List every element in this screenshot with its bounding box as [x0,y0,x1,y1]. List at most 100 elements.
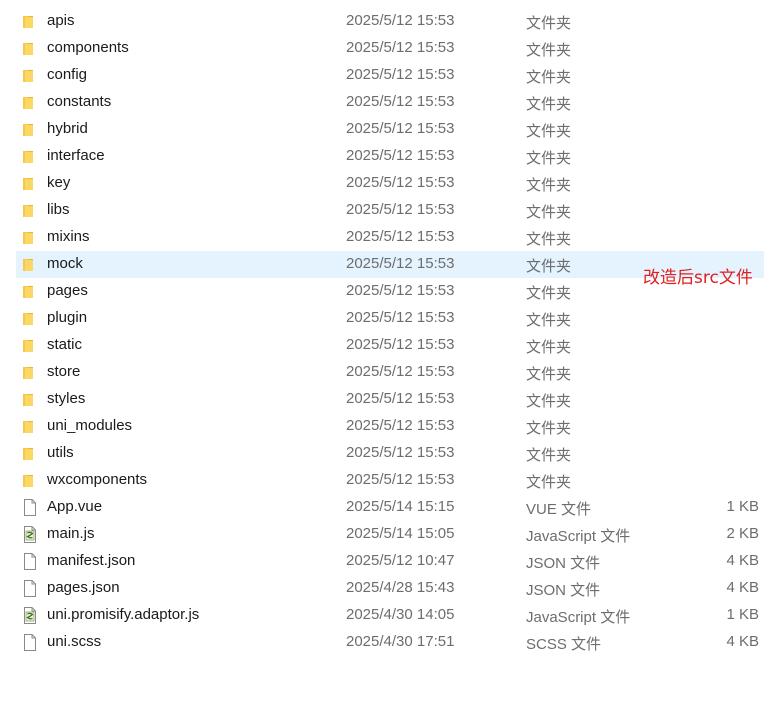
file-row[interactable]: interface 2025/5/12 15:53 文件夹 [16,143,764,170]
file-row[interactable]: uni.promisify.adaptor.js 2025/4/30 14:05… [16,602,764,629]
file-name: wxcomponents [47,471,148,488]
file-date-modified: 2025/5/12 15:53 [346,147,455,164]
file-name: interface [47,147,105,164]
file-row[interactable]: static 2025/5/12 15:53 文件夹 [16,332,764,359]
file-date-modified: 2025/5/12 15:53 [346,309,455,326]
file-type: 文件夹 [526,231,572,248]
file-date-modified: 2025/5/12 15:53 [346,66,455,83]
file-date-modified: 2025/4/30 17:51 [346,633,455,650]
file-date-modified: 2025/4/28 15:43 [346,579,455,596]
file-row[interactable]: key 2025/5/12 15:53 文件夹 [16,170,764,197]
folder-icon [22,472,38,489]
file-row[interactable]: config 2025/5/12 15:53 文件夹 [16,62,764,89]
file-name: styles [47,390,86,407]
file-date-modified: 2025/5/12 15:53 [346,444,455,461]
file-name: hybrid [47,120,88,137]
folder-icon [22,283,38,300]
file-date-modified: 2025/5/12 15:53 [346,39,455,56]
file-type: 文件夹 [526,258,572,275]
annotation-label: 改造后src文件 [643,268,753,288]
file-row[interactable]: libs 2025/5/12 15:53 文件夹 [16,197,764,224]
folder-icon [22,148,38,165]
file-type: 文件夹 [526,393,572,410]
folder-icon [22,13,38,30]
file-row[interactable]: uni_modules 2025/5/12 15:53 文件夹 [16,413,764,440]
file-row[interactable]: uni.scss 2025/4/30 17:51 SCSS 文件 4 KB [16,629,764,656]
folder-icon [22,256,38,273]
file-date-modified: 2025/5/14 15:15 [346,498,455,515]
file-name: manifest.json [47,552,136,569]
folder-icon [22,202,38,219]
file-name: pages [47,282,88,299]
file-type: 文件夹 [526,177,572,194]
file-type: 文件夹 [526,312,572,329]
file-name: store [47,363,81,380]
file-date-modified: 2025/5/12 15:53 [346,390,455,407]
file-row[interactable]: mixins 2025/5/12 15:53 文件夹 [16,224,764,251]
file-name: mock [47,255,83,272]
file-type: 文件夹 [526,69,572,86]
file-row[interactable]: constants 2025/5/12 15:53 文件夹 [16,89,764,116]
file-type: 文件夹 [526,366,572,383]
file-size: 1 KB [726,498,759,515]
file-type: JavaScript 文件 [526,528,631,545]
file-size: 2 KB [726,525,759,542]
file-name: key [47,174,71,191]
file-date-modified: 2025/5/12 15:53 [346,471,455,488]
file-date-modified: 2025/5/12 15:53 [346,12,455,29]
file-name: utils [47,444,74,461]
file-type: 文件夹 [526,339,572,356]
folder-icon [22,121,38,138]
file-row[interactable]: manifest.json 2025/5/12 10:47 JSON 文件 4 … [16,548,764,575]
file-row[interactable]: App.vue 2025/5/14 15:15 VUE 文件 1 KB [16,494,764,521]
file-icon [22,499,38,516]
file-type: 文件夹 [526,123,572,140]
folder-icon [22,229,38,246]
script-file-icon [22,526,38,543]
file-row[interactable]: plugin 2025/5/12 15:53 文件夹 [16,305,764,332]
file-icon [22,580,38,597]
folder-icon [22,175,38,192]
file-type: JSON 文件 [526,555,601,572]
file-row[interactable]: pages.json 2025/4/28 15:43 JSON 文件 4 KB [16,575,764,602]
file-date-modified: 2025/4/30 14:05 [346,606,455,623]
file-size: 4 KB [726,633,759,650]
folder-icon [22,391,38,408]
file-row[interactable]: wxcomponents 2025/5/12 15:53 文件夹 [16,467,764,494]
file-date-modified: 2025/5/14 15:05 [346,525,455,542]
file-type: 文件夹 [526,285,572,302]
file-name: uni.scss [47,633,102,650]
file-row[interactable]: styles 2025/5/12 15:53 文件夹 [16,386,764,413]
folder-icon [22,445,38,462]
file-date-modified: 2025/5/12 15:53 [346,363,455,380]
file-name: apis [47,12,75,29]
folder-icon [22,418,38,435]
file-name: uni.promisify.adaptor.js [47,606,200,623]
file-row[interactable]: hybrid 2025/5/12 15:53 文件夹 [16,116,764,143]
file-type: 文件夹 [526,42,572,59]
folder-icon [22,94,38,111]
file-date-modified: 2025/5/12 15:53 [346,417,455,434]
file-row[interactable]: components 2025/5/12 15:53 文件夹 [16,35,764,62]
folder-icon [22,364,38,381]
file-row[interactable]: apis 2025/5/12 15:53 文件夹 [16,8,764,35]
file-date-modified: 2025/5/12 15:53 [346,282,455,299]
file-row[interactable]: utils 2025/5/12 15:53 文件夹 [16,440,764,467]
file-row[interactable]: store 2025/5/12 15:53 文件夹 [16,359,764,386]
folder-icon [22,40,38,57]
file-type: VUE 文件 [526,501,592,518]
file-row[interactable]: main.js 2025/5/14 15:05 JavaScript 文件 2 … [16,521,764,548]
file-type: 文件夹 [526,150,572,167]
file-type: 文件夹 [526,96,572,113]
file-type: 文件夹 [526,420,572,437]
file-name: App.vue [47,498,103,515]
file-date-modified: 2025/5/12 15:53 [346,174,455,191]
file-name: main.js [47,525,95,542]
file-name: plugin [47,309,88,326]
file-list: apis 2025/5/12 15:53 文件夹 components 2025… [0,8,773,656]
file-name: constants [47,93,112,110]
file-name: pages.json [47,579,120,596]
file-date-modified: 2025/5/12 10:47 [346,552,455,569]
file-type: 文件夹 [526,474,572,491]
file-type: 文件夹 [526,204,572,221]
